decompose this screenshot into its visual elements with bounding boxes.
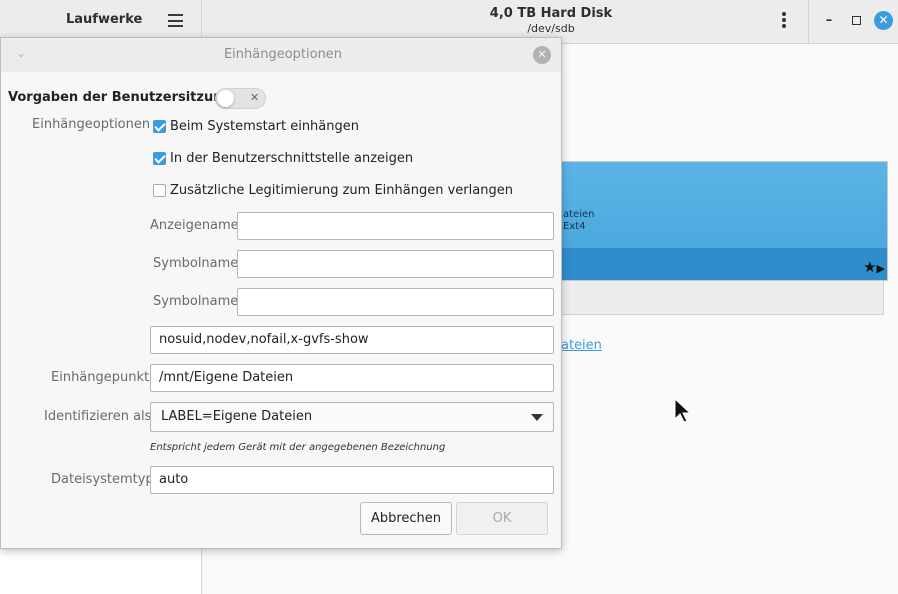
maximize-icon[interactable] <box>847 12 865 30</box>
volume-bar[interactable]: ateien Ext4 ★▶ <box>560 161 888 281</box>
volume-flags: ★▶ <box>863 258 885 276</box>
header-divider <box>808 0 809 44</box>
session-defaults-label: Vorgaben der Benutzersitzung <box>8 90 232 105</box>
toggle-off-icon: ✕ <box>250 91 260 104</box>
volume-name-fragment: ateien <box>563 209 595 220</box>
mount-at-startup-label[interactable]: Beim Systemstart einhängen <box>170 119 359 134</box>
require-auth-label[interactable]: Zusätzliche Legitimierung zum Einhängen … <box>170 183 513 198</box>
identify-as-hint: Entspricht jedem Gerät mit der angegeben… <box>150 442 446 453</box>
volume-bar-bottom <box>561 248 887 280</box>
dropdown-arrow-icon <box>531 414 543 421</box>
minimize-icon[interactable]: – <box>820 12 838 30</box>
symbolic-icon-input[interactable] <box>237 288 554 316</box>
close-dialog-icon[interactable]: ✕ <box>533 46 551 64</box>
mount-options-dialog: ⌄ Einhängeoptionen ✕ Vorgaben der Benutz… <box>0 37 562 549</box>
show-in-ui-label[interactable]: In der Benutzerschnittstelle anzeigen <box>170 151 413 166</box>
menu-icon[interactable] <box>168 14 183 27</box>
dialog-header: ⌄ Einhängeoptionen ✕ <box>1 38 561 72</box>
display-name-input[interactable] <box>237 212 554 240</box>
fs-type-input[interactable]: auto <box>150 466 554 494</box>
cancel-button[interactable]: Abbrechen <box>360 502 452 535</box>
device-title: 4,0 TB Hard Disk <box>489 6 613 21</box>
close-window-icon[interactable]: ✕ <box>874 11 893 30</box>
mount-point-label: Einhängepunkt <box>51 370 150 385</box>
mount-point-input[interactable]: /mnt/Eigene Dateien <box>150 364 554 392</box>
play-icon: ▶ <box>876 262 885 275</box>
fs-type-label: Dateisystemtyp <box>51 472 154 487</box>
mount-options-label: Einhängeoptionen <box>32 117 151 132</box>
display-name-label: Anzeigename <box>150 218 239 233</box>
ok-button[interactable]: OK <box>456 502 548 535</box>
show-in-ui-checkbox[interactable] <box>153 152 166 165</box>
symbolic-icon-label: Symbolname <box>153 294 239 309</box>
volume-bar-text: ateien Ext4 <box>563 209 594 233</box>
star-icon: ★ <box>863 258 877 276</box>
session-defaults-toggle[interactable]: ✕ <box>215 88 266 109</box>
mount-at-startup-checkbox[interactable] <box>153 120 166 133</box>
toggle-knob <box>217 90 234 107</box>
identify-as-label: Identifizieren als <box>44 409 152 424</box>
identify-as-value: LABEL=Eigene Dateien <box>161 409 313 424</box>
mount-options-input[interactable]: nosuid,nodev,nofail,x-gvfs-show <box>150 326 554 354</box>
icon-name-input[interactable] <box>237 250 554 278</box>
icon-name-label: Symbolname <box>153 256 239 271</box>
volume-toolbar <box>560 281 884 315</box>
more-options-icon[interactable] <box>776 10 792 32</box>
volume-fs-fragment: Ext4 <box>563 221 586 232</box>
mount-point-link[interactable]: ateien <box>561 338 602 353</box>
identify-as-select[interactable]: LABEL=Eigene Dateien <box>150 402 554 432</box>
mouse-cursor-icon <box>674 398 692 423</box>
require-auth-checkbox[interactable] <box>153 184 166 197</box>
sidebar-title: Laufwerke <box>66 12 143 27</box>
device-path: /dev/sdb <box>527 22 575 35</box>
dialog-title: Einhängeoptionen <box>223 47 343 62</box>
